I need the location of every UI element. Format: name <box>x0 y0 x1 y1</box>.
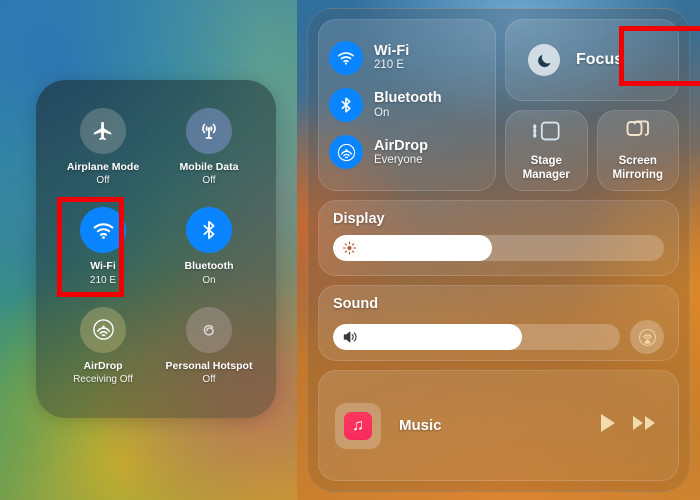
stage-manager-icon <box>531 118 561 149</box>
connectivity-row-wifi[interactable]: Wi-Fi 210 E <box>329 40 485 75</box>
tile-status: 210 E <box>89 274 117 286</box>
fast-forward-icon[interactable] <box>632 413 658 438</box>
sound-slider-fill <box>333 324 523 350</box>
connectivity-subtitle: On <box>374 106 390 119</box>
speaker-icon <box>342 330 359 345</box>
cc-top-row: Wi-Fi 210 E Bluetooth On AirDrop Everyon… <box>318 19 679 191</box>
tile-personal-hotspot[interactable]: Personal Hotspot Off <box>156 297 262 396</box>
connectivity-text: Wi-Fi 210 E <box>374 43 409 72</box>
airdrop-icon <box>80 306 126 353</box>
connectivity-panel: Wi-Fi 210 E Bluetooth On AirDrop Everyon… <box>318 19 496 191</box>
wifi-icon <box>329 40 363 75</box>
music-app-icon: ♫ <box>335 402 381 449</box>
tile-status: Receiving Off <box>73 373 133 385</box>
tile-status: Off <box>202 373 216 385</box>
tile-label: Personal Hotspot <box>165 359 253 372</box>
display-slider-title: Display <box>333 211 385 227</box>
sound-slider[interactable] <box>333 324 620 350</box>
display-slider-panel: Display <box>318 200 679 276</box>
tile-label: Wi-Fi <box>90 260 116 273</box>
music-widget[interactable]: ♫ Music <box>318 370 679 481</box>
music-note-icon: ♫ <box>344 411 372 440</box>
iphone-control-center-pane: Airplane Mode Off Mobile Data Off Wi-Fi … <box>0 0 297 500</box>
brightness-icon <box>342 241 357 256</box>
hotspot-icon <box>186 306 232 353</box>
stage-manager-tile[interactable]: Stage Manager <box>505 110 588 191</box>
ipad-control-center-container: Wi-Fi 210 E Bluetooth On AirDrop Everyon… <box>307 8 690 492</box>
display-slider-row <box>333 235 664 261</box>
screen-mirroring-tile[interactable]: Screen Mirroring <box>596 110 679 191</box>
tile-label: Bluetooth <box>184 260 234 273</box>
cc-right-column: Focus Stage Manager Screen Mirroring <box>505 19 679 191</box>
media-controls <box>598 412 658 439</box>
screen-mirroring-icon <box>624 118 652 149</box>
connectivity-title: Bluetooth <box>374 90 442 107</box>
tile-wifi[interactable]: Wi-Fi 210 E <box>50 197 156 296</box>
tile-status: Off <box>96 175 110 187</box>
sound-slider-panel: Sound <box>318 285 679 361</box>
moon-icon <box>528 44 560 76</box>
connectivity-subtitle: 210 E <box>374 59 405 72</box>
tile-mobile-data[interactable]: Mobile Data Off <box>156 98 262 197</box>
iphone-tile-grid: Airplane Mode Off Mobile Data Off Wi-Fi … <box>36 80 276 418</box>
tile-label: AirDrop <box>83 359 123 372</box>
ipad-control-center-pane: Wi-Fi 210 E Bluetooth On AirDrop Everyon… <box>297 0 700 500</box>
connectivity-text: Bluetooth On <box>374 90 442 119</box>
bluetooth-icon <box>186 207 232 254</box>
bluetooth-icon <box>329 87 363 122</box>
mini-tile-row: Stage Manager Screen Mirroring <box>505 110 679 191</box>
sound-slider-row <box>333 320 664 354</box>
play-icon[interactable] <box>598 412 618 439</box>
tile-status: On <box>202 274 216 286</box>
tile-status: Off <box>202 175 216 187</box>
sound-slider-title: Sound <box>333 296 379 312</box>
iphone-connectivity-card: Airplane Mode Off Mobile Data Off Wi-Fi … <box>36 80 276 418</box>
cellular-antenna-icon <box>186 108 232 155</box>
connectivity-row-airdrop[interactable]: AirDrop Everyone <box>329 135 485 170</box>
stage-manager-label: Stage Manager <box>522 155 570 181</box>
tile-airplane-mode[interactable]: Airplane Mode Off <box>50 98 156 197</box>
tile-label: Airplane Mode <box>66 161 140 174</box>
music-label: Music <box>399 417 442 434</box>
airplay-audio-icon[interactable] <box>630 320 664 354</box>
airplane-icon <box>80 108 126 155</box>
tile-label: Mobile Data <box>179 161 239 174</box>
connectivity-row-bluetooth[interactable]: Bluetooth On <box>329 87 485 122</box>
screen-mirroring-label: Screen Mirroring <box>612 155 663 181</box>
tile-bluetooth[interactable]: Bluetooth On <box>156 197 262 296</box>
airdrop-icon <box>329 135 363 170</box>
display-slider[interactable] <box>333 235 664 261</box>
screenshot-root: Airplane Mode Off Mobile Data Off Wi-Fi … <box>0 0 700 500</box>
wifi-icon <box>80 207 126 254</box>
connectivity-title: Wi-Fi <box>374 43 410 60</box>
tile-airdrop[interactable]: AirDrop Receiving Off <box>50 297 156 396</box>
focus-tile[interactable]: Focus <box>505 19 679 101</box>
connectivity-subtitle: Everyone <box>374 153 423 166</box>
connectivity-text: AirDrop Everyone <box>374 138 428 167</box>
connectivity-title: AirDrop <box>374 137 428 154</box>
focus-label: Focus <box>576 51 624 68</box>
